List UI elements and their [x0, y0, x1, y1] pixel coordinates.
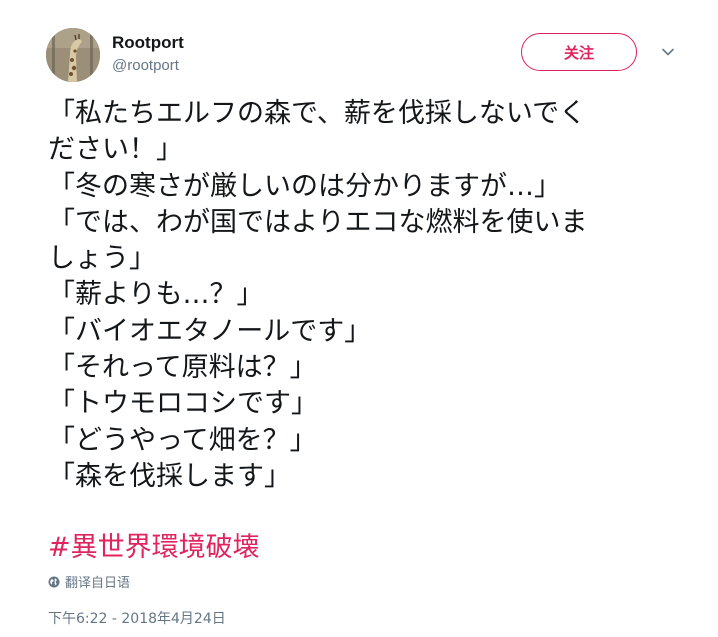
tweet-line: 「トウモロコシです」: [48, 388, 318, 420]
tweet-line: 「薪よりも…？」: [48, 279, 264, 311]
chevron-down-icon[interactable]: [660, 44, 676, 60]
globe-icon: [48, 576, 60, 587]
tweet-line: 「冬の寒さが厳しいのは分かりますが…」: [48, 170, 561, 202]
avatar[interactable]: [46, 28, 100, 82]
tweet-line: 「それって原料は？」: [48, 352, 317, 384]
tweet-line: 「私たちエルフの森で、薪を伐採しないでく: [48, 98, 587, 129]
tweet-line: 「では、わが国ではよりエコな燃料を使いま: [48, 206, 588, 238]
tweet-text: 「私たちエルフの森で、薪を伐採しないでく ださい！」 「冬の寒さが厳しいのは分か…: [48, 96, 688, 495]
timestamp[interactable]: 下午6:22 - 2018年4月24日: [48, 608, 226, 628]
tweet-line: しょう」: [48, 243, 156, 275]
tweet-line: ださい！」: [48, 134, 183, 166]
author-name[interactable]: Rootport: [112, 33, 184, 53]
tweet-line: 「森を伐採します」: [48, 460, 291, 492]
tweet-card: Rootport @rootport 关注 「私たちエルフの森で、薪を伐採しない…: [0, 0, 718, 637]
translate-label: 翻译自日语: [65, 576, 131, 591]
author-handle[interactable]: @rootport: [112, 57, 179, 74]
hashtag-link[interactable]: #異世界環境破壊: [48, 531, 260, 565]
follow-button[interactable]: 关注: [521, 33, 637, 71]
translate-link[interactable]: 翻译自日语: [48, 572, 130, 591]
tweet-line: 「バイオエタノールです」: [48, 315, 372, 347]
follow-button-label: 关注: [563, 43, 594, 62]
tweet-line: 「どうやって畑を？」: [48, 424, 317, 456]
